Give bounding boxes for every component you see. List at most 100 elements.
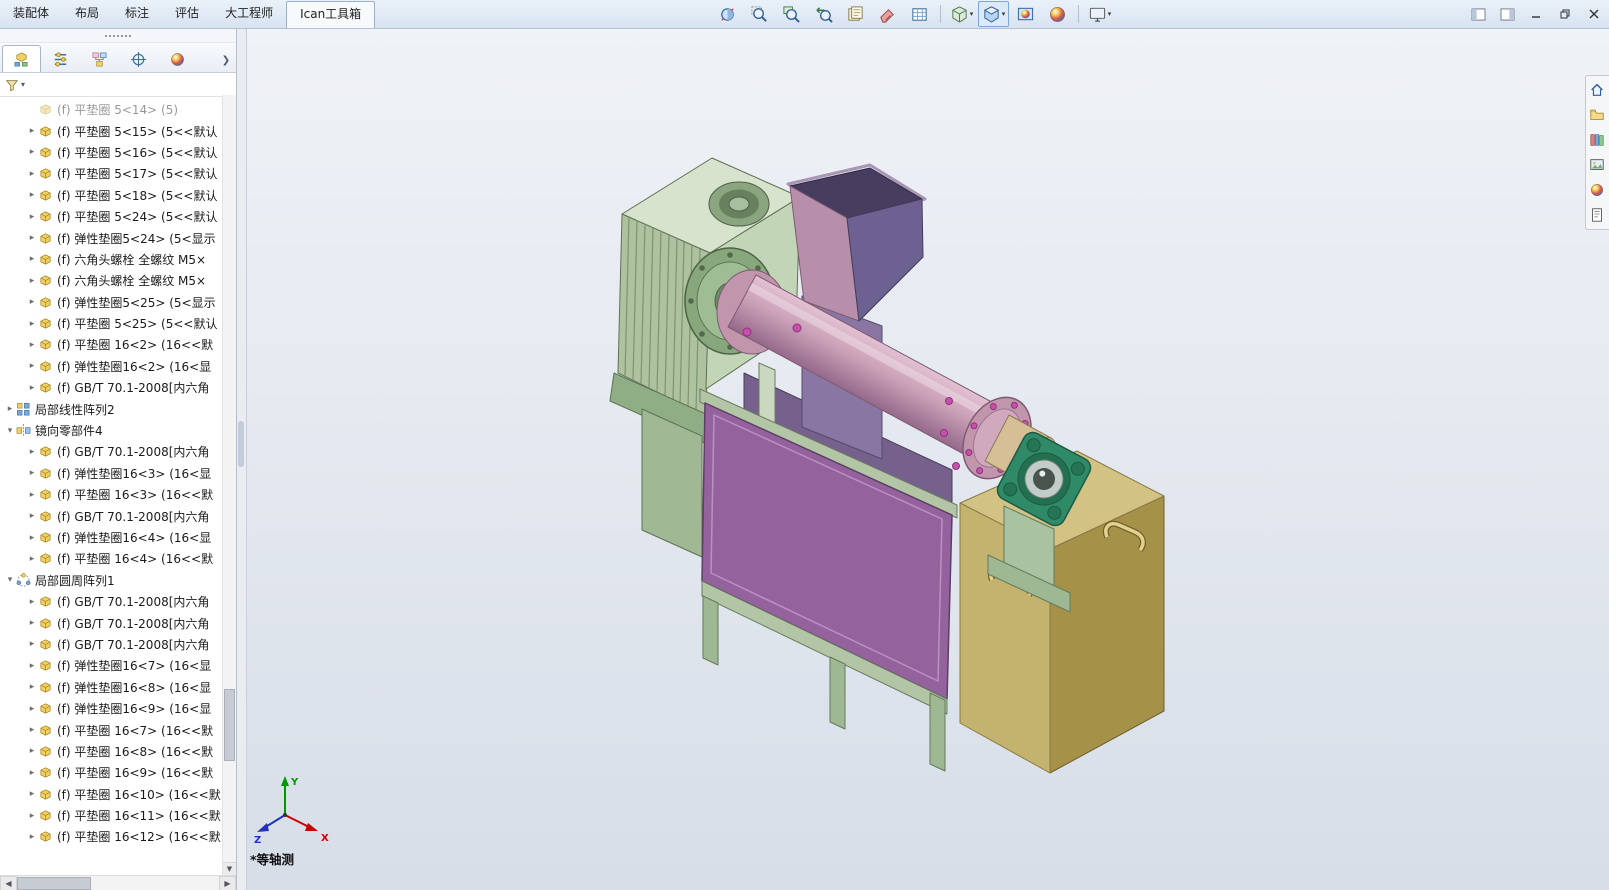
section-view-icon[interactable] xyxy=(712,1,743,27)
tree-item[interactable]: ▸ (f) 弹性垫圈16<2> (16<显 xyxy=(0,356,223,377)
display-states-icon[interactable] xyxy=(904,1,935,27)
expand-arrow-icon[interactable]: ▸ xyxy=(26,832,38,842)
dropdown-caret-icon[interactable]: ▾ xyxy=(1108,10,1112,18)
tree-item[interactable]: ▸ (f) GB/T 70.1-2008[内六角 xyxy=(0,634,223,655)
file-explorer-icon[interactable] xyxy=(1586,104,1608,126)
configurationmanager-tab[interactable] xyxy=(80,45,119,72)
expand-arrow-icon[interactable]: ▸ xyxy=(26,276,38,286)
view-settings-icon[interactable]: ▾ xyxy=(1084,1,1115,27)
tree-item[interactable]: ▸ (f) 六角头螺栓 全螺纹 M5× xyxy=(0,270,223,291)
expand-arrow-icon[interactable]: ▸ xyxy=(26,511,38,521)
ribbon-tab-2[interactable]: 布局 xyxy=(62,0,112,28)
panel-expand-chevron-icon[interactable]: ❯ xyxy=(216,55,236,72)
expand-arrow-icon[interactable]: ▸ xyxy=(4,404,16,414)
scroll-right-arrow-icon[interactable]: ▶ xyxy=(219,876,236,890)
tree-item[interactable]: ▾ 局部圆周阵列1 xyxy=(0,570,223,591)
dropdown-caret-icon[interactable]: ▾ xyxy=(970,10,974,18)
close-button[interactable] xyxy=(1583,4,1605,24)
expand-arrow-icon[interactable]: ▸ xyxy=(26,746,38,756)
expand-arrow-icon[interactable]: ▸ xyxy=(26,361,38,371)
appearances-icon[interactable] xyxy=(1042,1,1073,27)
filter-funnel-icon[interactable] xyxy=(5,78,19,92)
dock-right-button[interactable] xyxy=(1496,4,1518,24)
tree-item[interactable]: (f) 平垫圈 5<14> (5) xyxy=(0,99,223,120)
restore-button[interactable] xyxy=(1554,4,1576,24)
expand-arrow-icon[interactable]: ▸ xyxy=(26,147,38,157)
zoom-to-fit-icon[interactable] xyxy=(744,1,775,27)
tree-item[interactable]: ▸ (f) 平垫圈 16<9> (16<<默 xyxy=(0,762,223,783)
appearances-icon[interactable] xyxy=(1586,179,1608,201)
expand-arrow-icon[interactable]: ▸ xyxy=(26,490,38,500)
tree-item[interactable]: ▸ (f) 平垫圈 16<10> (16<<默 xyxy=(0,784,223,805)
edit-appearance-icon[interactable] xyxy=(872,1,903,27)
ribbon-tab-1[interactable]: 装配体 xyxy=(0,0,62,28)
tree-item[interactable]: ▸ (f) 平垫圈 16<8> (16<<默 xyxy=(0,741,223,762)
expand-arrow-icon[interactable]: ▸ xyxy=(26,768,38,778)
expand-arrow-icon[interactable]: ▸ xyxy=(26,212,38,222)
dropdown-caret-icon[interactable]: ▾ xyxy=(1002,10,1006,18)
propertymanager-tab[interactable] xyxy=(41,45,80,72)
tree-item[interactable]: ▸ (f) 弹性垫圈16<9> (16<显 xyxy=(0,698,223,719)
expand-arrow-icon[interactable]: ▸ xyxy=(26,447,38,457)
scroll-left-arrow-icon[interactable]: ◀ xyxy=(0,876,17,890)
expand-arrow-icon[interactable]: ▸ xyxy=(26,297,38,307)
custom-properties-icon[interactable] xyxy=(1586,204,1608,226)
expand-arrow-icon[interactable]: ▸ xyxy=(26,725,38,735)
view-palette-icon[interactable] xyxy=(1586,154,1608,176)
dock-left-button[interactable] xyxy=(1467,4,1489,24)
tree-item[interactable]: ▸ (f) GB/T 70.1-2008[内六角 xyxy=(0,591,223,612)
panel-grip[interactable] xyxy=(0,29,236,43)
tree-item[interactable]: ▸ (f) GB/T 70.1-2008[内六角 xyxy=(0,377,223,398)
ribbon-tab-3[interactable]: 标注 xyxy=(112,0,162,28)
tree-item[interactable]: ▸ (f) 平垫圈 5<15> (5<<默认 xyxy=(0,120,223,141)
filter-caret-icon[interactable]: ▾ xyxy=(21,80,25,89)
ribbon-tab-5[interactable]: 大工程师 xyxy=(212,0,286,28)
tree-item[interactable]: ▸ (f) 弹性垫圈5<24> (5<显示 xyxy=(0,227,223,248)
minimize-button[interactable] xyxy=(1525,4,1547,24)
tree-item[interactable]: ▸ (f) GB/T 70.1-2008[内六角 xyxy=(0,441,223,462)
tree-item[interactable]: ▾ 镜向零部件4 xyxy=(0,420,223,441)
displaymanager-tab[interactable] xyxy=(158,45,197,72)
expand-arrow-icon[interactable]: ▸ xyxy=(26,190,38,200)
expand-arrow-icon[interactable]: ▸ xyxy=(26,126,38,136)
scroll-down-arrow-icon[interactable]: ▼ xyxy=(223,862,236,876)
previous-view-icon[interactable] xyxy=(808,1,839,27)
expand-arrow-icon[interactable]: ▸ xyxy=(26,789,38,799)
expand-arrow-icon[interactable]: ▸ xyxy=(26,383,38,393)
assembly-3d-model[interactable] xyxy=(247,29,1609,890)
tree-item[interactable]: ▸ (f) 平垫圈 16<12> (16<<默 xyxy=(0,826,223,847)
tree-item[interactable]: ▸ (f) 弹性垫圈16<3> (16<显 xyxy=(0,463,223,484)
expand-arrow-icon[interactable]: ▸ xyxy=(26,340,38,350)
expand-arrow-icon[interactable]: ▸ xyxy=(26,254,38,264)
tree-item[interactable]: ▸ (f) 平垫圈 5<24> (5<<默认 xyxy=(0,206,223,227)
expand-arrow-icon[interactable]: ▸ xyxy=(26,682,38,692)
hide-show-items-icon[interactable] xyxy=(1010,1,1041,27)
expand-arrow-icon[interactable]: ▸ xyxy=(26,704,38,714)
expand-arrow-icon[interactable]: ▸ xyxy=(26,554,38,564)
graphics-area[interactable]: Y X Z *等轴测 xyxy=(247,29,1609,890)
dimxpertmanager-tab[interactable] xyxy=(119,45,158,72)
horizontal-scroll-track[interactable] xyxy=(17,876,219,890)
tree-item[interactable]: ▸ (f) 平垫圈 16<4> (16<<默 xyxy=(0,548,223,569)
ribbon-tab-6[interactable]: Ican工具箱 xyxy=(286,1,376,28)
view-orientation-icon[interactable]: ▾ xyxy=(946,1,977,27)
apply-scene-icon[interactable] xyxy=(840,1,871,27)
horizontal-scroll-thumb[interactable] xyxy=(17,877,91,890)
expand-arrow-icon[interactable]: ▸ xyxy=(26,639,38,649)
tree-item[interactable]: ▸ (f) GB/T 70.1-2008[内六角 xyxy=(0,612,223,633)
expand-arrow-icon[interactable]: ▸ xyxy=(26,533,38,543)
panel-splitter[interactable] xyxy=(237,29,247,890)
tree-item[interactable]: ▸ (f) 弹性垫圈16<7> (16<显 xyxy=(0,655,223,676)
display-style-icon[interactable]: ▾ xyxy=(978,1,1009,27)
expand-arrow-icon[interactable]: ▾ xyxy=(4,575,16,585)
design-library-icon[interactable] xyxy=(1586,129,1608,151)
tree-item[interactable]: ▸ (f) GB/T 70.1-2008[内六角 xyxy=(0,505,223,526)
tree-filter[interactable]: ▾ xyxy=(0,73,236,97)
expand-arrow-icon[interactable]: ▸ xyxy=(26,597,38,607)
tree-horizontal-scrollbar[interactable]: ◀ ▶ xyxy=(0,875,236,890)
tree-item[interactable]: ▸ (f) 平垫圈 5<18> (5<<默认 xyxy=(0,185,223,206)
expand-arrow-icon[interactable]: ▸ xyxy=(26,468,38,478)
splitter-handle[interactable] xyxy=(238,421,244,467)
tree-item[interactable]: ▸ (f) 平垫圈 5<25> (5<<默认 xyxy=(0,313,223,334)
tree-item[interactable]: ▸ (f) 平垫圈 5<16> (5<<默认 xyxy=(0,142,223,163)
